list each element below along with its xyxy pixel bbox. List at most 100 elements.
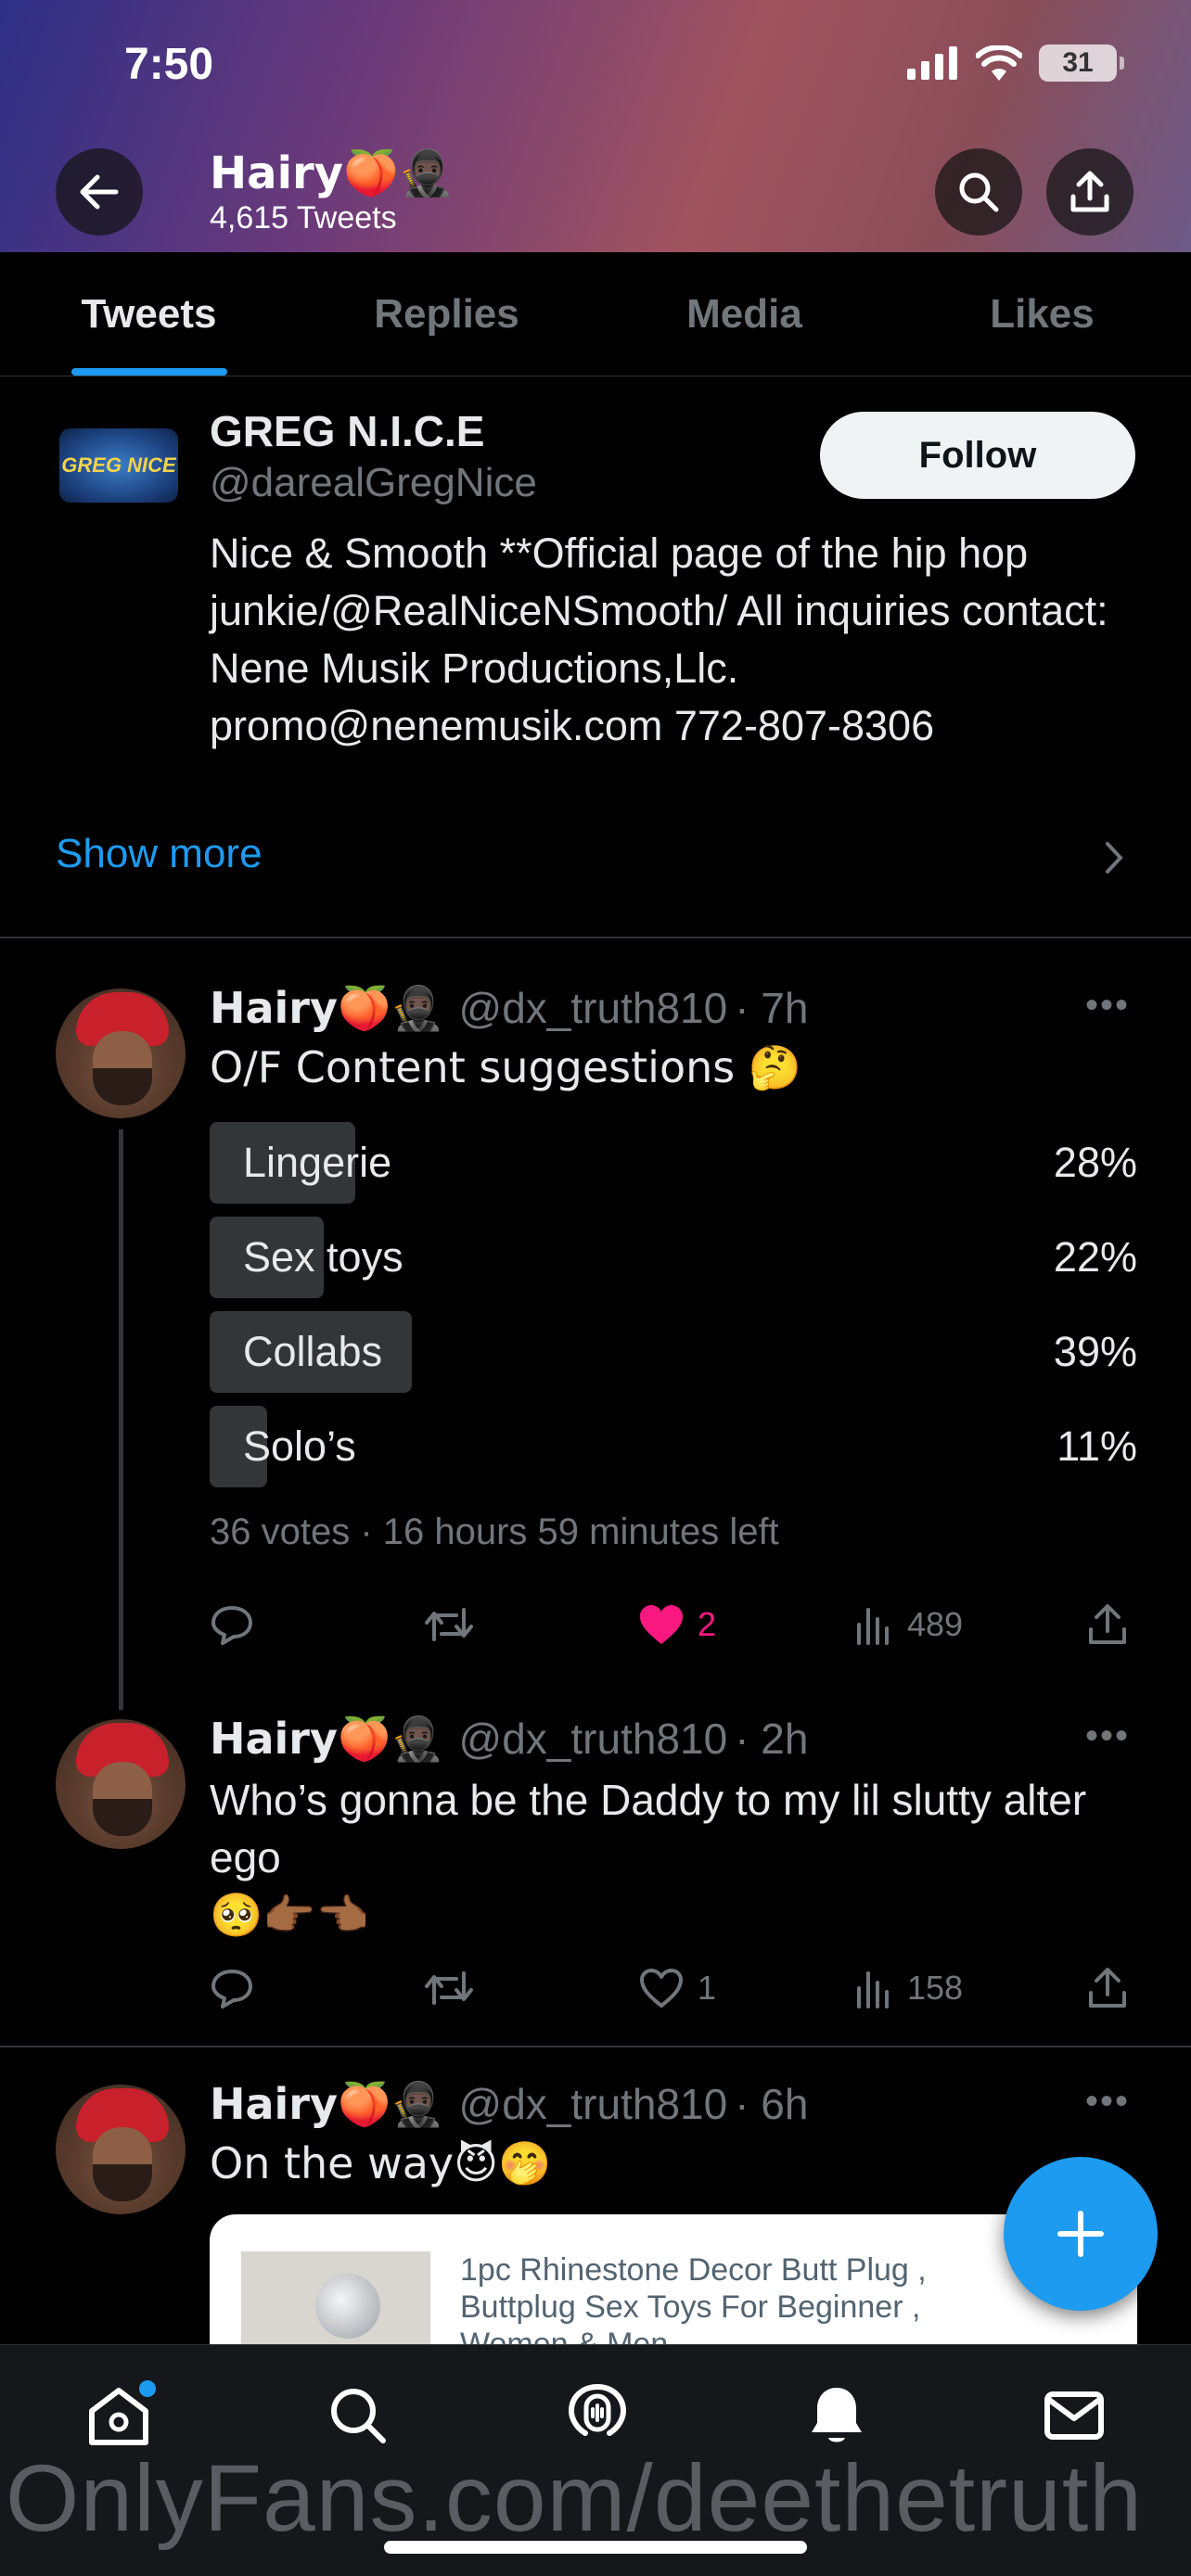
section-divider [0,937,1191,938]
card-title: 1pc Rhinestone Decor Butt Plug , Buttplu… [460,2252,927,2344]
nav-messages[interactable] [1035,2377,1113,2455]
tweet-time: · 2h [735,1715,809,1763]
avatar[interactable] [56,1719,186,1849]
reply-button[interactable] [210,1960,254,2016]
tweet-time: · 7h [735,984,809,1032]
tab-replies[interactable]: Replies [298,252,596,376]
like-count: 2 [698,1605,717,1643]
tweet-time: · 6h [735,2080,809,2128]
like-button[interactable]: 1 [638,1960,716,2016]
view-count: 158 [907,1969,964,2007]
poll-option-percent: 28% [1053,1139,1137,1186]
account-logo[interactable]: GREG NICE [59,428,178,503]
heart-filled-icon [640,1605,683,1644]
mail-icon [1044,2391,1104,2440]
nav-spaces[interactable] [558,2377,636,2455]
profile-header: 7:50 31 Hairy🍑🥷🏿 4,615 Tweets [0,0,1191,252]
more-options-icon[interactable]: ••• [1085,985,1130,1027]
tweet-header: Hairy🍑🥷🏿 @dx_truth810 · 2h [210,1714,808,1765]
nav-home[interactable] [80,2377,158,2455]
share-icon [1070,171,1109,212]
heart-icon [640,1969,683,2008]
avatar[interactable] [56,988,186,1118]
tweet-text: Who’s gonna be the Daddy to my lil slutt… [210,1776,1087,1881]
spaces-icon [568,2383,627,2436]
arrow-left-icon [80,174,119,210]
link-card[interactable]: 1pc Rhinestone Decor Butt Plug , Buttplu… [210,2214,1137,2344]
tweet-author-name[interactable]: Hairy🍑🥷🏿 [210,983,444,1034]
tab-tweets[interactable]: Tweets [0,252,298,376]
poll-option: Collabs 39% [210,1311,1137,1393]
tweet-divider [0,2046,1191,2047]
poll-option-label: Collabs [243,1328,383,1375]
nav-search[interactable] [319,2377,397,2455]
nav-notifications[interactable] [798,2377,876,2455]
bell-icon [812,2388,862,2442]
like-count: 1 [698,1969,717,2007]
account-handle: @darealGregNice [210,460,537,505]
retweet-button[interactable] [423,1597,475,1652]
share-icon [1089,1604,1126,1644]
tweet-text: O/F Content suggestions 🤔 [210,1042,802,1092]
search-icon [331,2389,386,2443]
poll-option-percent: 22% [1053,1233,1137,1281]
poll-option-percent: 11% [1057,1422,1137,1470]
tweet-header: Hairy🍑🥷🏿 @dx_truth810 · 7h [210,983,808,1034]
status-icons: 31 [907,45,1124,82]
compose-button[interactable] [1004,2157,1158,2311]
tab-likes[interactable]: Likes [893,252,1191,376]
retweet-button[interactable] [423,1960,475,2016]
tweet-count: 4,615 Tweets [210,200,397,236]
chevron-right-icon[interactable] [1104,840,1126,875]
like-button[interactable]: 2 [638,1597,716,1652]
notification-dot [139,2380,156,2397]
profile-name: Hairy🍑🥷🏿 [210,147,455,199]
search-icon [959,172,999,212]
signal-icon [907,46,957,80]
poll-option: Sex toys 22% [210,1217,1137,1298]
profile-tabs: Tweets Replies Media Likes [0,252,1191,376]
show-more-link[interactable]: Show more [56,831,263,877]
retweet-icon [425,1608,473,1641]
battery-icon: 31 [1039,45,1124,82]
watermark: OnlyFans.com/deethetruth [6,2445,1143,2551]
tweet-emoji-line: 🥺👉🏾👈🏾 [210,1890,369,1940]
tweet-actions: 1 158 [210,1960,1137,2016]
home-indicator[interactable] [384,2541,807,2554]
poll-option-label: Solo’s [243,1422,356,1470]
tab-media[interactable]: Media [596,252,893,376]
tweet-author-handle[interactable]: @dx_truth810 [459,983,728,1033]
poll-option: Solo’s 11% [210,1406,1137,1487]
tweet-author-handle[interactable]: @dx_truth810 [459,2079,728,2129]
back-button[interactable] [56,148,143,236]
tweet-actions: 2 489 [210,1597,1137,1652]
share-tweet-button[interactable] [1087,1960,1128,2016]
share-icon [1089,1968,1126,2008]
views-button[interactable]: 158 [853,1960,963,2016]
poll-option-label: Sex toys [243,1233,403,1281]
poll-meta: 36 votes · 16 hours 59 minutes left [210,1511,779,1552]
account-name[interactable]: GREG N.I.C.E [210,406,484,456]
tweet-author-name[interactable]: Hairy🍑🥷🏿 [210,2079,444,2130]
views-icon [857,1608,889,1645]
more-options-icon[interactable]: ••• [1085,2081,1130,2123]
wifi-icon [976,45,1022,81]
thread-line [119,1129,123,1710]
share-button[interactable] [1046,148,1133,236]
card-thumbnail [241,2251,430,2344]
share-tweet-button[interactable] [1087,1597,1128,1652]
reply-icon [211,1606,252,1645]
tweet-text: On the way😈🤭 [210,2138,552,2188]
poll-option-label: Lingerie [243,1139,392,1186]
search-button[interactable] [935,148,1022,236]
views-button[interactable]: 489 [853,1597,963,1652]
more-options-icon[interactable]: ••• [1085,1715,1130,1757]
plus-icon [1057,2211,1104,2257]
views-icon [857,1971,889,2009]
tweet-author-name[interactable]: Hairy🍑🥷🏿 [210,1714,444,1765]
tweet-author-handle[interactable]: @dx_truth810 [459,1714,728,1764]
avatar[interactable] [56,2085,186,2214]
reply-button[interactable] [210,1597,254,1652]
follow-button[interactable]: Follow [820,412,1135,499]
view-count: 489 [907,1605,964,1643]
